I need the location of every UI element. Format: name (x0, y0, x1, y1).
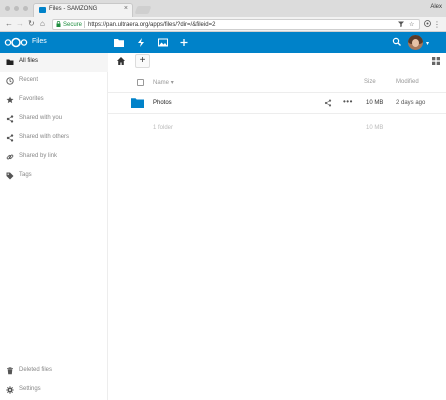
trash-icon (6, 367, 14, 375)
summary-count: 1 folder (153, 125, 174, 131)
back-button[interactable]: ← (5, 19, 13, 29)
table-row[interactable]: Photos ••• 10 MB 2 days ago (108, 93, 446, 114)
sidebar-item-label: Tags (19, 172, 32, 178)
file-list-summary: 1 folder 10 MB (108, 114, 446, 134)
search-icon[interactable] (392, 37, 402, 47)
filter-icon[interactable] (398, 21, 404, 29)
gallery-app-icon[interactable] (156, 36, 170, 49)
file-list-area: + Name ▾ Size Modified Photos ••• 10 MB … (108, 53, 446, 400)
file-modified: 2 days ago (396, 100, 426, 106)
sidebar-item-favorites[interactable]: Favorites (0, 91, 108, 110)
sidebar-item-deleted-files[interactable]: Deleted files (0, 362, 108, 381)
file-size: 10 MB (366, 100, 384, 106)
sidebar-item-all-files[interactable]: All files (0, 53, 108, 72)
browser-menu-icon[interactable]: ⋮ (433, 20, 441, 29)
folder-icon (131, 97, 144, 108)
files-app-icon[interactable] (112, 36, 126, 49)
browser-toolbar: ← → ↻ ⌂ Secure https://pan.ultraera.org/… (0, 17, 446, 32)
select-all-checkbox[interactable] (137, 79, 144, 86)
sidebar-item-tags[interactable]: Tags (0, 167, 108, 186)
nextcloud-favicon-icon (39, 7, 46, 13)
app-header: Files ▾ (0, 32, 446, 53)
file-list-header: Name ▾ Size Modified (108, 73, 446, 93)
file-name[interactable]: Photos (153, 100, 172, 106)
sidebar-item-label: Deleted files (19, 367, 53, 373)
browser-profile-name[interactable]: Alex (430, 4, 442, 10)
sidebar-item-label: Settings (19, 386, 41, 392)
tab-title: Files - SAMZONG (49, 6, 98, 12)
chevron-down-icon[interactable]: ▾ (426, 40, 429, 47)
sidebar-item-shared-with-you[interactable]: Shared with you (0, 110, 108, 129)
forward-button[interactable]: → (16, 19, 24, 29)
link-icon (6, 153, 14, 161)
share-icon[interactable] (324, 99, 332, 107)
home-button[interactable]: ⌂ (40, 19, 45, 29)
url-separator (84, 21, 85, 28)
more-actions-icon[interactable]: ••• (343, 97, 353, 106)
size-column-header[interactable]: Size (364, 79, 376, 85)
folder-icon (6, 58, 14, 66)
nextcloud-logo-icon[interactable] (4, 37, 28, 48)
tag-icon (6, 172, 14, 180)
gear-icon (6, 386, 14, 394)
browser-tab[interactable]: Files - SAMZONG × (33, 3, 133, 17)
new-file-button[interactable]: + (135, 54, 150, 68)
address-bar[interactable]: Secure https://pan.ultraera.org/apps/fil… (52, 19, 420, 30)
name-column-label: Name (153, 80, 170, 86)
new-tab-button[interactable] (134, 6, 152, 14)
current-app-name: Files (32, 38, 47, 45)
sidebar-item-label: Recent (19, 77, 39, 83)
sidebar-item-recent[interactable]: Recent (0, 72, 108, 91)
sidebar-item-label: All files (19, 58, 39, 64)
bookmark-star-icon[interactable]: ☆ (409, 21, 414, 28)
star-icon (6, 96, 14, 104)
sidebar: All files Recent Favorites Shared with y… (0, 53, 108, 400)
sidebar-item-label: Shared with others (19, 134, 70, 140)
sidebar-item-shared-by-link[interactable]: Shared by link (0, 148, 108, 167)
url-text[interactable]: https://pan.ultraera.org/apps/files/?dir… (88, 22, 215, 28)
sidebar-item-label: Shared with you (19, 115, 63, 121)
sidebar-item-label: Favorites (19, 96, 44, 102)
grid-view-icon[interactable] (432, 57, 440, 65)
lock-icon (56, 21, 61, 29)
close-window-button[interactable] (5, 6, 10, 11)
user-avatar[interactable] (408, 35, 423, 50)
share-icon (6, 134, 14, 142)
reload-button[interactable]: ↻ (28, 19, 35, 29)
summary-size: 10 MB (366, 125, 384, 131)
tab-close-button[interactable]: × (124, 5, 128, 12)
extension-icon[interactable] (424, 20, 431, 29)
clock-icon (6, 77, 14, 85)
activity-app-icon[interactable] (134, 36, 148, 49)
sort-arrow-icon: ▾ (170, 80, 174, 86)
minimize-window-button[interactable] (14, 6, 19, 11)
browser-title-bar: Files - SAMZONG × Alex (0, 0, 446, 17)
sidebar-item-shared-with-others[interactable]: Shared with others (0, 129, 108, 148)
breadcrumb-home-icon[interactable] (116, 56, 126, 66)
modified-column-header[interactable]: Modified (396, 79, 419, 85)
name-column-header[interactable]: Name ▾ (153, 79, 174, 86)
sidebar-item-settings[interactable]: Settings (0, 381, 108, 400)
maximize-window-button[interactable] (23, 6, 28, 11)
sidebar-item-label: Shared by link (19, 153, 58, 159)
share-icon (6, 115, 14, 123)
secure-label: Secure (63, 21, 83, 28)
add-app-icon[interactable] (177, 36, 191, 49)
